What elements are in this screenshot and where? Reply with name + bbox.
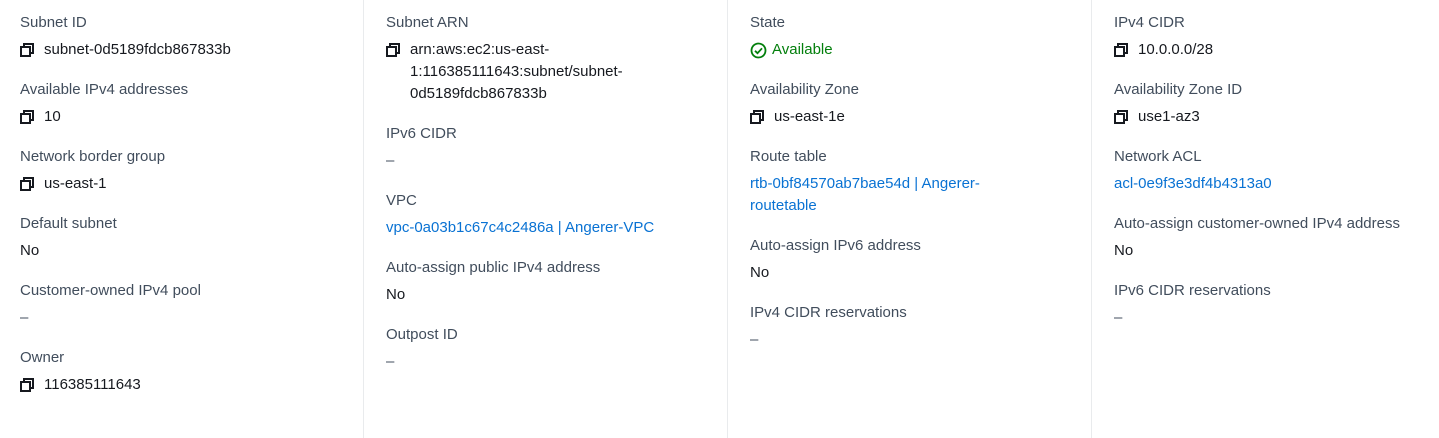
subnet-arn-label: Subnet ARN	[386, 14, 469, 31]
copy-icon[interactable]	[1114, 43, 1128, 57]
ipv4-cidr-reservations-label: IPv4 CIDR reservations	[750, 304, 907, 321]
ipv6-cidr-reservations-field: IPv6 CIDR reservations –	[1114, 280, 1439, 329]
auto-assign-customer-owned-field: Auto-assign customer-owned IPv4 address …	[1114, 213, 1439, 262]
auto-assign-ipv6-field: Auto-assign IPv6 address No	[750, 235, 1091, 284]
vpc-label: VPC	[386, 192, 417, 209]
outpost-id-field: Outpost ID –	[386, 324, 727, 373]
auto-assign-customer-owned-label: Auto-assign customer-owned IPv4 address	[1114, 215, 1400, 232]
auto-assign-public-ipv4-field: Auto-assign public IPv4 address No	[386, 257, 727, 306]
availability-zone-id-field: Availability Zone ID use1-az3	[1114, 79, 1439, 128]
subnet-arn-value: arn:aws:ec2:us-east- 1:116385111643:subn…	[410, 39, 640, 105]
subnet-arn-line-3: 0d5189fdcb867833b	[410, 85, 547, 102]
details-column-2: Subnet ARN arn:aws:ec2:us-east- 1:116385…	[363, 0, 727, 438]
route-table-field: Route table rtb-0bf84570ab7bae54d | Ange…	[750, 146, 1091, 217]
availability-zone-value: us-east-1e	[774, 108, 845, 125]
details-column-4: IPv4 CIDR 10.0.0.0/28 Availability Zone …	[1091, 0, 1439, 438]
details-column-3: State Available Availability Zone us-eas…	[727, 0, 1091, 438]
customer-owned-pool-field: Customer-owned IPv4 pool –	[20, 280, 363, 329]
network-acl-link[interactable]: acl-0e9f3e3df4b4313a0	[1114, 173, 1272, 195]
subnet-id-label: Subnet ID	[20, 14, 87, 31]
ipv4-cidr-label: IPv4 CIDR	[1114, 14, 1185, 31]
ipv6-cidr-label: IPv6 CIDR	[386, 125, 457, 142]
availability-zone-id-value: use1-az3	[1138, 108, 1200, 125]
ipv6-cidr-value: –	[386, 152, 395, 169]
outpost-id-value: –	[386, 353, 395, 370]
availability-zone-field: Availability Zone us-east-1e	[750, 79, 1091, 128]
owner-field: Owner 116385111643	[20, 347, 363, 396]
customer-owned-pool-label: Customer-owned IPv4 pool	[20, 282, 201, 299]
auto-assign-public-ipv4-label: Auto-assign public IPv4 address	[386, 259, 601, 276]
network-border-group-field: Network border group us-east-1	[20, 146, 363, 195]
owner-label: Owner	[20, 349, 65, 366]
vpc-link[interactable]: vpc-0a03b1c67c4c2486a | Angerer-VPC	[386, 217, 654, 239]
details-column-1: Subnet ID subnet-0d5189fdcb867833b Avail…	[0, 0, 363, 438]
copy-icon[interactable]	[750, 110, 764, 124]
copy-icon[interactable]	[20, 378, 34, 392]
outpost-id-label: Outpost ID	[386, 326, 458, 343]
network-border-group-value: us-east-1	[44, 175, 107, 192]
auto-assign-customer-owned-value: No	[1114, 242, 1134, 259]
copy-icon[interactable]	[1114, 110, 1128, 124]
network-acl-field: Network ACL acl-0e9f3e3df4b4313a0	[1114, 146, 1439, 195]
status-badge: Available	[750, 39, 833, 61]
route-table-line-2: routetable	[750, 197, 817, 214]
copy-icon[interactable]	[20, 43, 34, 57]
ipv6-cidr-reservations-value: –	[1114, 309, 1123, 326]
subnet-id-field: Subnet ID subnet-0d5189fdcb867833b	[20, 12, 363, 61]
ipv4-cidr-reservations-value: –	[750, 331, 759, 348]
route-table-link[interactable]: rtb-0bf84570ab7bae54d | Angerer- routeta…	[750, 173, 1020, 217]
subnet-arn-line-2: 1:116385111643:subnet/subnet-	[410, 63, 623, 80]
default-subnet-value: No	[20, 242, 40, 259]
default-subnet-label: Default subnet	[20, 215, 117, 232]
available-ipv4-field: Available IPv4 addresses 10	[20, 79, 363, 128]
state-label: State	[750, 14, 786, 31]
route-table-label: Route table	[750, 148, 827, 165]
copy-icon[interactable]	[20, 110, 34, 124]
availability-zone-id-label: Availability Zone ID	[1114, 81, 1243, 98]
ipv4-cidr-reservations-field: IPv4 CIDR reservations –	[750, 302, 1091, 351]
subnet-id-value: subnet-0d5189fdcb867833b	[44, 41, 231, 58]
available-ipv4-value: 10	[44, 108, 61, 125]
subnet-arn-line-1: arn:aws:ec2:us-east-	[410, 41, 550, 58]
subnet-arn-field: Subnet ARN arn:aws:ec2:us-east- 1:116385…	[386, 12, 727, 105]
ipv6-cidr-field: IPv6 CIDR –	[386, 123, 727, 172]
route-table-line-1: rtb-0bf84570ab7bae54d | Angerer-	[750, 175, 980, 192]
available-ipv4-label: Available IPv4 addresses	[20, 81, 189, 98]
network-border-group-label: Network border group	[20, 148, 166, 165]
ipv4-cidr-field: IPv4 CIDR 10.0.0.0/28	[1114, 12, 1439, 61]
copy-icon[interactable]	[20, 177, 34, 191]
auto-assign-ipv6-value: No	[750, 264, 770, 281]
copy-icon[interactable]	[386, 43, 400, 57]
customer-owned-pool-value: –	[20, 309, 29, 326]
network-acl-label: Network ACL	[1114, 148, 1202, 165]
availability-zone-label: Availability Zone	[750, 81, 859, 98]
check-circle-icon	[750, 42, 767, 59]
ipv6-cidr-reservations-label: IPv6 CIDR reservations	[1114, 282, 1271, 299]
ipv4-cidr-value: 10.0.0.0/28	[1138, 41, 1214, 58]
subnet-details-grid: Subnet ID subnet-0d5189fdcb867833b Avail…	[0, 0, 1439, 438]
state-value: Available	[772, 41, 833, 58]
vpc-field: VPC vpc-0a03b1c67c4c2486a | Angerer-VPC	[386, 190, 727, 239]
state-field: State Available	[750, 12, 1091, 61]
auto-assign-ipv6-label: Auto-assign IPv6 address	[750, 237, 921, 254]
owner-value: 116385111643	[44, 376, 141, 393]
default-subnet-field: Default subnet No	[20, 213, 363, 262]
auto-assign-public-ipv4-value: No	[386, 286, 406, 303]
